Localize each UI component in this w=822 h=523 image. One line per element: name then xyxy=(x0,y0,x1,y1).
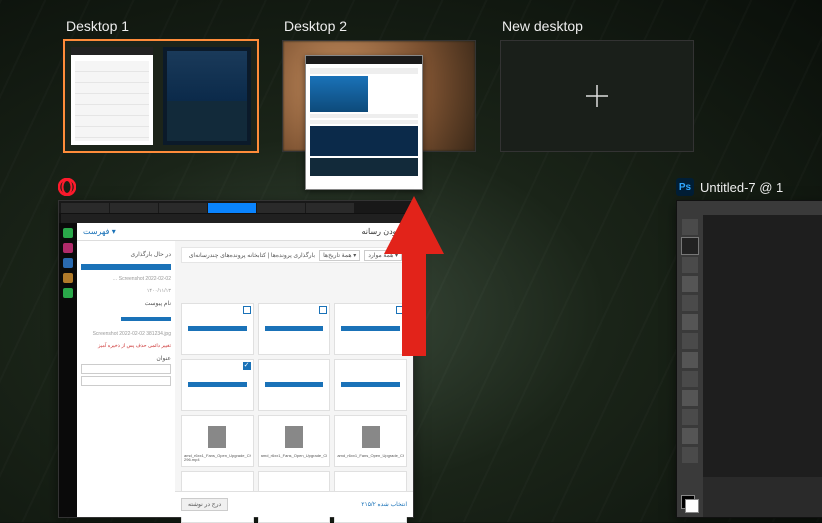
tool-icon[interactable] xyxy=(682,314,698,330)
modal-footer: درج در نوشته ۲۱۵/۲ انتخاب شده xyxy=(175,491,413,517)
selection-count[interactable]: ۲۱۵/۲ انتخاب شده xyxy=(361,501,407,508)
modal-title: افزودن رسانه xyxy=(361,227,407,236)
file-icon xyxy=(285,426,303,448)
tool-icon[interactable] xyxy=(682,276,698,292)
file-meta: ۱۴۰۰/۱۱/۱۳ xyxy=(81,288,171,294)
desktop-2-label: Desktop 2 xyxy=(284,18,476,34)
thumb-image xyxy=(310,126,418,156)
filter-tabs[interactable]: بارگذاری پرونده‌ها | کتابخانه پرونده‌های… xyxy=(189,252,315,259)
insert-button[interactable]: درج در نوشته xyxy=(181,498,228,511)
thumb-window xyxy=(163,47,251,145)
ps-menubar[interactable] xyxy=(677,201,822,215)
media-cell[interactable] xyxy=(181,359,254,411)
tool-icon[interactable] xyxy=(682,238,698,254)
new-desktop[interactable]: New desktop xyxy=(500,18,694,152)
checkbox[interactable] xyxy=(319,306,327,314)
file-icon xyxy=(208,426,226,448)
text-input[interactable] xyxy=(81,376,171,386)
photoshop-window[interactable] xyxy=(676,200,822,518)
tool-icon[interactable] xyxy=(682,352,698,368)
file-name: amd_r6xx1_Fans_Open_Upgrade_Character_Tr… xyxy=(261,454,328,464)
open-windows-area: فهرست ▾ افزودن رسانه در حال بارگذاری Scr… xyxy=(58,178,822,522)
title-input[interactable] xyxy=(81,364,171,374)
progress-bar xyxy=(341,326,400,331)
page-content: فهرست ▾ افزودن رسانه در حال بارگذاری Scr… xyxy=(77,223,413,517)
checkbox[interactable] xyxy=(243,306,251,314)
tool-icon[interactable] xyxy=(682,447,698,463)
thumb-window xyxy=(71,47,153,145)
file-meta: Screenshot 2022-02-02 381234.jpg xyxy=(81,331,171,337)
media-grid: بارگذاری پرونده‌ها | کتابخانه پرونده‌های… xyxy=(175,241,413,491)
media-cell[interactable] xyxy=(258,359,331,411)
photoshop-window-thumb[interactable]: Ps Untitled-7 @ 1 xyxy=(676,178,822,518)
file-name: amd_r6xx1_Fans_Open_Upgrade_Character_Tr… xyxy=(184,454,251,464)
tool-icon[interactable] xyxy=(682,333,698,349)
field-label: در حال بارگذاری xyxy=(81,251,171,258)
opera-icon xyxy=(58,178,76,196)
tool-icon[interactable] xyxy=(682,219,698,235)
type-filter-select[interactable]: همۀ موارد ▾ xyxy=(364,250,402,261)
new-desktop-tile[interactable] xyxy=(500,40,694,152)
media-cell[interactable] xyxy=(258,303,331,355)
color-swatch[interactable] xyxy=(681,495,699,513)
media-cell[interactable]: amd_r6xx1_Fans_Open_Upgrade_Character_Tr… xyxy=(181,415,254,467)
upload-progress xyxy=(81,264,171,270)
dragged-window-preview[interactable] xyxy=(305,55,423,190)
ps-toolbar[interactable] xyxy=(677,215,703,517)
photoshop-icon: Ps xyxy=(676,178,694,196)
media-cell[interactable] xyxy=(334,303,407,355)
tool-icon[interactable] xyxy=(682,390,698,406)
upload-progress xyxy=(121,317,171,321)
file-meta: Screenshot 2022-02-02 … xyxy=(81,276,171,282)
ps-canvas[interactable] xyxy=(703,215,822,477)
progress-bar xyxy=(265,326,324,331)
progress-bar xyxy=(341,382,400,387)
media-cell[interactable] xyxy=(181,303,254,355)
media-cell[interactable]: amd_r6xx1_Fans_Open_Upgrade_Character.mp… xyxy=(334,415,407,467)
modal-header: فهرست ▾ افزودن رسانه xyxy=(77,223,413,241)
progress-bar xyxy=(188,326,247,331)
tool-icon[interactable] xyxy=(682,295,698,311)
virtual-desktops-strip: Desktop 1 Desktop 2 New desktop xyxy=(0,0,822,152)
file-icon xyxy=(362,426,380,448)
field-label: نام پیوست xyxy=(81,300,171,307)
progress-bar xyxy=(265,382,324,387)
opera-window-thumb[interactable]: فهرست ▾ افزودن رسانه در حال بارگذاری Scr… xyxy=(58,178,414,518)
attachment-details-panel: در حال بارگذاری Screenshot 2022-02-02 … … xyxy=(77,241,175,517)
browser-sidebar[interactable] xyxy=(59,223,77,517)
browser-tabs[interactable] xyxy=(59,201,413,213)
desktop-1-label: Desktop 1 xyxy=(66,18,258,34)
checkbox[interactable] xyxy=(243,362,251,370)
field-label: عنوان xyxy=(81,355,171,362)
file-name: amd_r6xx1_Fans_Open_Upgrade_Character.mp… xyxy=(337,454,404,464)
desktop-1-thumbnail[interactable] xyxy=(64,40,258,152)
opera-window[interactable]: فهرست ▾ افزودن رسانه در حال بارگذاری Scr… xyxy=(58,200,414,518)
tool-icon[interactable] xyxy=(682,257,698,273)
photoshop-window-title: Untitled-7 @ 1 xyxy=(700,180,783,195)
progress-bar xyxy=(188,382,247,387)
desktop-1[interactable]: Desktop 1 xyxy=(64,18,258,152)
plus-icon xyxy=(583,82,611,110)
tool-icon[interactable] xyxy=(682,371,698,387)
media-cell[interactable]: amd_r6xx1_Fans_Open_Upgrade_Character_Tr… xyxy=(258,415,331,467)
delete-link[interactable]: تغییر دائمی حذف پس از ذخیره آمیز xyxy=(81,343,171,349)
checkbox[interactable] xyxy=(396,306,404,314)
window-body xyxy=(306,64,422,180)
tool-icon[interactable] xyxy=(682,409,698,425)
back-link[interactable]: فهرست ▾ xyxy=(83,227,116,236)
new-desktop-label: New desktop xyxy=(502,18,694,34)
thumb-image xyxy=(310,76,368,112)
tool-icon[interactable] xyxy=(682,428,698,444)
date-filter-select[interactable]: همۀ تاریخ‌ها ▾ xyxy=(319,250,360,261)
media-filter-row: بارگذاری پرونده‌ها | کتابخانه پرونده‌های… xyxy=(181,247,407,263)
media-cell[interactable] xyxy=(334,359,407,411)
window-titlebar xyxy=(306,56,422,64)
